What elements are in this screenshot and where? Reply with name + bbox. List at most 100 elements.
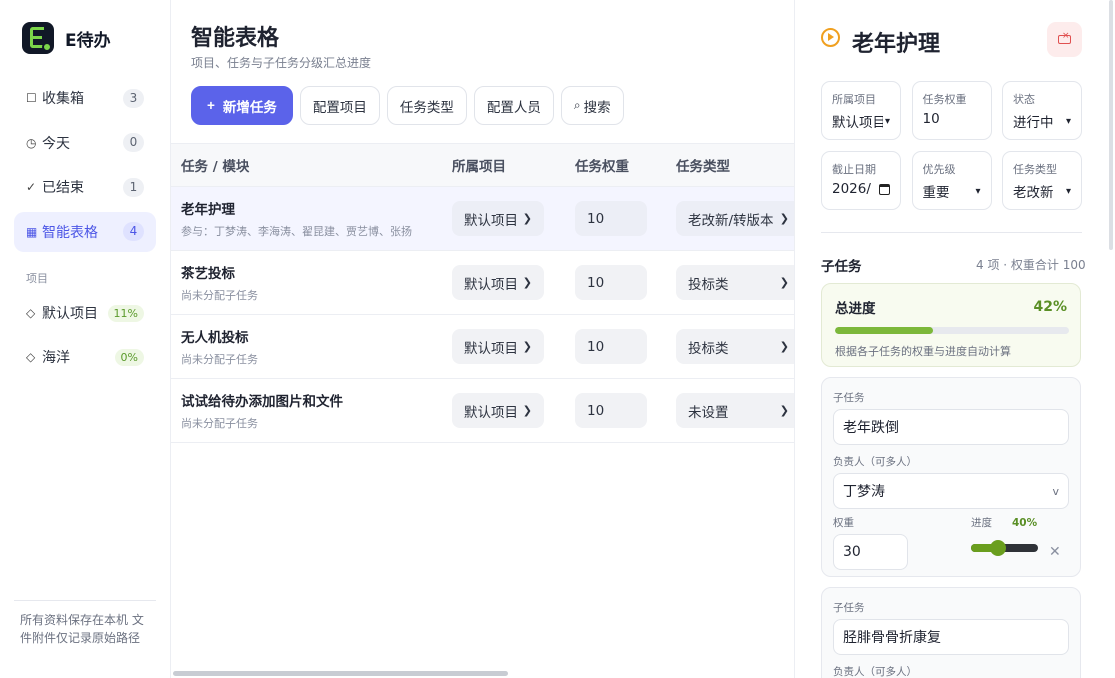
project-item-ocean[interactable]: ◇ 海洋 0% — [14, 339, 156, 375]
assignee-select[interactable]: 丁梦涛 v — [833, 473, 1069, 509]
add-task-button[interactable]: + 新增任务 — [191, 86, 293, 125]
weight-input[interactable]: 10 — [575, 393, 647, 428]
task-participants: 尚未分配子任务 — [181, 417, 258, 430]
play-icon[interactable] — [821, 28, 840, 47]
select-value: 默认项目 — [464, 340, 518, 357]
vertical-scrollbar[interactable] — [1109, 0, 1113, 250]
overall-progress-fill — [835, 327, 934, 334]
sidebar-item-label: 智能表格 — [42, 224, 98, 241]
overall-progress-value: 42% — [1033, 299, 1067, 315]
weight-field[interactable]: 任务权重 10 — [911, 81, 992, 140]
table-row[interactable]: 试试给待办添加图片和文件 尚未分配子任务 默认项目 ❯ 10 未设置 ❯ — [171, 379, 794, 443]
select-value: 丁梦涛 — [843, 484, 885, 500]
column-header[interactable]: 任务 / 模块 — [171, 155, 442, 175]
table-row[interactable]: 茶艺投标 尚未分配子任务 默认项目 ❯ 10 投标类 ❯ — [171, 251, 794, 315]
task-type-field[interactable]: 任务类型 老改新 ▾ — [1002, 151, 1082, 210]
task-types-button[interactable]: 任务类型 — [386, 86, 467, 125]
chevron-down-icon: ❯ — [779, 212, 789, 225]
type-select[interactable]: 投标类 ❯ — [676, 265, 794, 300]
sidebar-item-label: 收集箱 — [42, 91, 84, 107]
subtask-name-input[interactable]: 老年跌倒 — [833, 409, 1069, 445]
input-value: 30 — [843, 544, 861, 560]
select-value: 默认项目 — [464, 212, 518, 229]
count-badge: 4 — [123, 222, 144, 241]
app-logo[interactable]: E待办 — [22, 22, 111, 54]
diamond-icon: ◇ — [26, 306, 36, 320]
weight-input[interactable]: 10 — [575, 265, 647, 300]
field-label: 任务类型 — [1013, 163, 1057, 176]
task-name: 试试给待办添加图片和文件 — [181, 394, 343, 410]
project-label: 默认项目 — [42, 306, 98, 322]
project-item-default[interactable]: ◇ 默认项目 11% — [14, 295, 156, 331]
diamond-icon: ◇ — [26, 350, 36, 364]
project-select[interactable]: 默认项目 ❯ — [452, 265, 544, 300]
subtask-label: 子任务 — [833, 602, 865, 614]
column-header[interactable]: 任务权重 — [565, 155, 666, 175]
subtasks-summary: 4 项 · 权重合计 100 — [976, 258, 1086, 272]
subtask-name-input[interactable]: 胫腓骨骨折康复 — [833, 619, 1069, 655]
input-value: 10 — [587, 210, 605, 227]
task-table: 任务 / 模块 所属项目 任务权重 任务类型 老年护理 参与：丁梦涛、李海涛、翟… — [171, 143, 794, 443]
sidebar-item-done[interactable]: ✓ 已结束 1 — [14, 167, 156, 207]
slider-thumb[interactable] — [989, 540, 1006, 556]
type-select[interactable]: 未设置 ❯ — [676, 393, 794, 428]
input-value: 10 — [587, 402, 605, 419]
chevron-down-icon: v — [1052, 484, 1059, 498]
select-value: 默认项目 — [464, 404, 518, 421]
subtask-card: 子任务 胫腓骨骨折康复 负责人（可多人） — [821, 587, 1081, 678]
count-badge: 3 — [123, 88, 144, 108]
project-select[interactable]: 默认项目 ❯ — [452, 201, 544, 236]
search-button[interactable]: ⌕ 搜索 — [560, 86, 624, 125]
type-select[interactable]: 老改新/转版本 ❯ — [676, 201, 794, 236]
column-header[interactable]: 任务类型 — [666, 155, 794, 175]
calendar-icon[interactable] — [879, 183, 890, 195]
field-value: 2026/ — [832, 181, 871, 197]
config-people-button[interactable]: 配置人员 — [473, 86, 554, 125]
chevron-down-icon: ❯ — [779, 404, 789, 417]
project-field[interactable]: 所属项目 默认项目 ▾ — [821, 81, 901, 140]
close-icon[interactable]: ✕ — [1049, 544, 1061, 560]
table-header: 任务 / 模块 所属项目 任务权重 任务类型 — [171, 143, 794, 187]
task-name: 无人机投标 — [181, 330, 249, 346]
progress-label: 进度 — [971, 517, 992, 529]
select-value: 未设置 — [688, 404, 729, 421]
task-participants: 尚未分配子任务 — [181, 289, 258, 302]
field-value: 进行中 — [1013, 115, 1054, 131]
field-value: 10 — [922, 111, 940, 127]
delete-button[interactable] — [1047, 22, 1082, 57]
table-row[interactable]: 老年护理 参与：丁梦涛、李海涛、翟昆建、贾艺博、张扬 默认项目 ❯ 10 老改新/… — [171, 187, 794, 251]
chevron-down-icon: ❯ — [522, 212, 532, 225]
sidebar-nav: ☐ 收集箱 3 ◷ 今天 0 ✓ 已结束 1 ▦ 智能表格 4 — [14, 78, 156, 256]
chevron-down-icon: ▾ — [1065, 115, 1071, 127]
select-value: 老改新/转版本 — [688, 212, 774, 229]
field-label: 所属项目 — [832, 93, 876, 106]
overall-progress-bar — [835, 327, 1069, 334]
weight-input[interactable]: 10 — [575, 201, 647, 236]
project-select[interactable]: 默认项目 ❯ — [452, 329, 544, 364]
sidebar-item-today[interactable]: ◷ 今天 0 — [14, 123, 156, 163]
chevron-down-icon: ❯ — [779, 340, 789, 353]
field-value: 重要 — [922, 185, 950, 201]
weight-input[interactable]: 10 — [575, 329, 647, 364]
project-select[interactable]: 默认项目 ❯ — [452, 393, 544, 428]
progress-badge: 11% — [107, 304, 144, 322]
status-field[interactable]: 状态 进行中 ▾ — [1002, 81, 1082, 140]
detail-title: 老年护理 — [852, 32, 941, 57]
column-header[interactable]: 所属项目 — [442, 155, 565, 175]
chevron-down-icon: ❯ — [779, 276, 789, 289]
type-select[interactable]: 投标类 ❯ — [676, 329, 794, 364]
table-row[interactable]: 无人机投标 尚未分配子任务 默认项目 ❯ 10 投标类 ❯ — [171, 315, 794, 379]
due-date-field[interactable]: 截止日期 2026/ — [821, 151, 901, 210]
inbox-icon: ☐ — [26, 91, 37, 105]
subtask-weight-input[interactable]: 30 — [833, 534, 908, 570]
search-icon: ⌕ — [573, 98, 581, 112]
config-project-button[interactable]: 配置项目 — [299, 86, 380, 125]
sidebar-item-inbox[interactable]: ☐ 收集箱 3 — [14, 78, 156, 118]
sidebar-item-smart-table[interactable]: ▦ 智能表格 4 — [14, 211, 156, 252]
count-badge: 0 — [123, 133, 144, 152]
priority-field[interactable]: 优先级 重要 ▾ — [911, 151, 992, 210]
sidebar: E待办 ☐ 收集箱 3 ◷ 今天 0 ✓ 已结束 1 ▦ 智能表格 4 项目 ◇… — [0, 0, 171, 678]
horizontal-scrollbar[interactable] — [173, 671, 508, 676]
progress-slider[interactable] — [971, 540, 1038, 556]
field-label: 任务权重 — [922, 93, 967, 106]
